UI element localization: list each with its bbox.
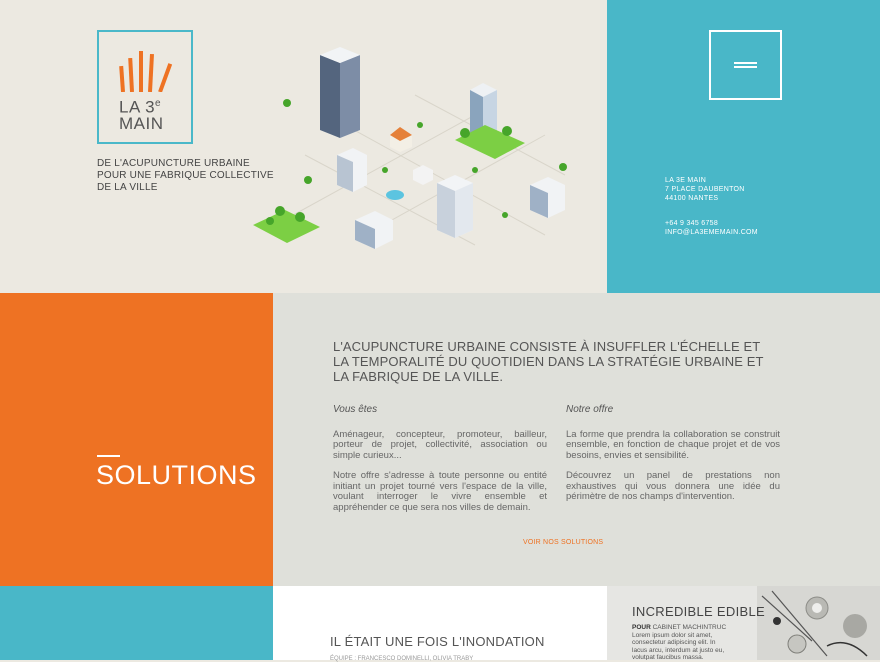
hamburger-icon-line (734, 66, 757, 68)
logo[interactable]: LA 3e MAIN (97, 30, 193, 144)
edible-title: INCREDIBLE EDIBLE (632, 604, 765, 619)
block-far-right (530, 177, 565, 218)
block-left (337, 148, 367, 192)
solutions-lead: L'ACUPUNCTURE URBAINE CONSISTE À INSUFFL… (333, 339, 764, 384)
story-title: IL ÉTAIT UNE FOIS L'INONDATION (330, 634, 545, 649)
contact-email[interactable]: INFO@LA3EMEMAIN.COM (665, 228, 758, 237)
column-paragraph: La forme que prendra la collaboration se… (566, 428, 780, 461)
contact-street: 7 PLACE DAUBENTON (665, 186, 745, 193)
column-paragraph: Notre offre s'adresse à toute personne o… (333, 470, 547, 513)
tower-left (320, 47, 360, 138)
menu-button[interactable] (709, 30, 782, 100)
hero-section: LA 3e MAIN DE L'ACUPUNCTURE URBAINE POUR… (0, 0, 607, 293)
column-paragraph: Aménageur, concepteur, promoteur, baille… (333, 428, 547, 461)
solutions-title: SOLUTIONS (96, 460, 257, 490)
logo-text: LA 3e MAIN (119, 97, 164, 133)
hamburger-icon (734, 62, 757, 64)
column-vous-etes: Vous êtes Aménageur, concepteur, promote… (333, 404, 547, 513)
project-card-edible[interactable]: INCREDIBLE EDIBLE POUR CABINET MACHINTRU… (607, 586, 880, 660)
column-notre-offre: Notre offre La forme que prendra la coll… (566, 404, 780, 503)
bottom-teal-block (0, 586, 273, 660)
column-heading: Vous êtes (333, 404, 378, 415)
solutions-dash (97, 455, 120, 457)
contact-name: LA 3E MAIN (665, 177, 707, 184)
edible-description: POUR CABINET MACHINTRUC Lorem ipsum dolo… (632, 624, 727, 660)
column-paragraph: Découvrez un panel de prestations non ex… (566, 470, 780, 502)
contact-panel: LA 3E MAIN 7 PLACE DAUBENTON 44100 NANTE… (607, 0, 880, 293)
block-center (437, 175, 473, 238)
logo-bars-icon (119, 51, 173, 92)
contact-phone[interactable]: +64 9 345 6758 (665, 219, 718, 228)
column-heading: Notre offre (566, 404, 614, 415)
project-card-story[interactable]: IL ÉTAIT UNE FOIS L'INONDATION ÉQUIPE : … (273, 586, 607, 662)
isometric-city-illustration (253, 47, 567, 249)
contact-city: 44100 NANTES (665, 195, 719, 202)
sewing-tools-photo (757, 586, 880, 660)
solutions-content: L'ACUPUNCTURE URBAINE CONSISTE À INSUFFL… (273, 293, 880, 586)
tower-right (455, 83, 525, 159)
solutions-panel (0, 293, 273, 586)
story-team: ÉQUIPE : FRANCESCO DOMINELLI, OLIVIA TRA… (330, 656, 474, 662)
see-solutions-link[interactable]: VOIR NOS SOLUTIONS (523, 539, 603, 546)
block-bottom (355, 211, 393, 249)
